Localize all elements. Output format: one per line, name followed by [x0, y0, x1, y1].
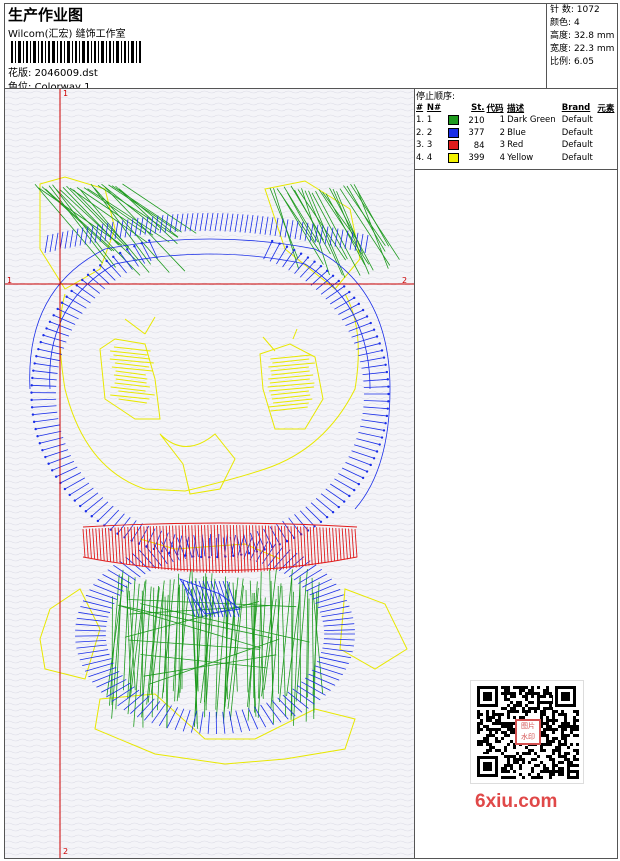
- axis-x-start-label: 1: [7, 276, 13, 285]
- row-brand: Default: [561, 140, 593, 151]
- company-name: Wilcom(汇宏) 缝饰工作室: [8, 29, 126, 40]
- row-code: 3: [499, 140, 506, 151]
- table-row: 3. 3 84 3 Red Default: [415, 139, 617, 152]
- row-index: 1.: [416, 115, 425, 126]
- col-stitches: St.: [471, 102, 485, 113]
- spec-scale: 比例: 6.05: [550, 57, 594, 67]
- canvas-divider: [414, 88, 415, 859]
- watermark: 6xiu.com: [475, 791, 558, 812]
- stitch-count: 399: [468, 153, 485, 163]
- barcode: [11, 41, 141, 63]
- row-element: [596, 152, 617, 165]
- stitch-count: 210: [468, 115, 485, 126]
- row-needle: 2: [426, 127, 433, 138]
- table-header-row: # N# St. 代码 描述 Brand 元素: [415, 101, 617, 114]
- page-title: 生产作业图: [8, 6, 84, 24]
- row-brand: Default: [561, 115, 593, 126]
- stop-sequence-table: # N# St. 代码 描述 Brand 元素 1. 1 210 1 Dark Gree…: [415, 101, 617, 164]
- row-description: Yellow: [507, 152, 534, 163]
- axis-x-end-label: 2: [402, 276, 408, 285]
- row-description: Blue: [507, 127, 526, 138]
- row-index: 4.: [416, 152, 425, 163]
- col-code: 代码: [486, 103, 504, 114]
- table-row: 2. 2 377 2 Blue Default: [415, 127, 617, 140]
- row-needle: 4: [426, 152, 433, 163]
- color-swatch: [447, 152, 459, 163]
- stitch-count: 377: [468, 128, 485, 138]
- header-panel: 生产作业图 Wilcom(汇宏) 缝饰工作室 花版: 2046009.dst 色…: [5, 4, 545, 93]
- spec-stitches: 针 数: 1072: [550, 5, 600, 15]
- row-index: 3.: [416, 140, 425, 151]
- embroidery-drawing: [5, 89, 414, 858]
- spec-width: 宽度: 22.3 mm: [550, 44, 615, 54]
- axis-y-end-label: 2: [63, 847, 69, 856]
- table-divider: [415, 169, 618, 170]
- stop-sequence-panel: 停止顺序: # N# St. 代码 描述 Brand 元素 1. 1 210 1 Dar…: [415, 89, 617, 169]
- table-row: 4. 4 399 4 Yellow Default: [415, 152, 617, 165]
- color-swatch: [447, 140, 459, 150]
- color-swatch: [447, 127, 459, 138]
- row-element: [596, 114, 617, 127]
- row-description: Red: [507, 140, 524, 151]
- row-element: [596, 139, 617, 152]
- row-brand: Default: [561, 127, 593, 138]
- row-description: Dark Green: [507, 115, 556, 126]
- col-needle: N#: [426, 102, 442, 113]
- row-code: 1: [499, 115, 506, 126]
- row-code: 2: [499, 127, 506, 138]
- row-stitches: 84: [443, 139, 485, 152]
- row-brand: Default: [561, 152, 593, 163]
- row-needle: 1: [426, 115, 433, 126]
- row-element: [596, 127, 617, 140]
- spec-colors: 颜色: 4: [550, 18, 580, 28]
- row-stitches: 210: [443, 114, 485, 127]
- table-row: 1. 1 210 1 Dark Green Default: [415, 114, 617, 127]
- col-brand: Brand: [561, 102, 591, 113]
- stitch-count: 84: [473, 140, 485, 151]
- color-swatch: [447, 115, 459, 125]
- row-code: 4: [499, 152, 506, 163]
- col-index: #: [416, 102, 424, 113]
- pattern-file: 花版: 2046009.dst: [8, 64, 98, 79]
- design-canvas[interactable]: 1 2 1 2: [5, 89, 414, 858]
- row-index: 2.: [416, 127, 425, 138]
- specs-panel: 针 数: 1072 颜色: 4 高度: 32.8 mm 宽度: 22.3 mm …: [546, 4, 617, 88]
- row-stitches: 377: [443, 127, 485, 140]
- spec-height: 高度: 32.8 mm: [550, 31, 615, 41]
- axis-y-start-label: 1: [63, 89, 69, 98]
- row-needle: 3: [426, 140, 433, 151]
- col-description: 描述: [507, 103, 525, 114]
- row-stitches: 399: [443, 152, 485, 165]
- col-element: 元素: [597, 103, 615, 114]
- qr-logo: 图片 水印: [515, 719, 541, 745]
